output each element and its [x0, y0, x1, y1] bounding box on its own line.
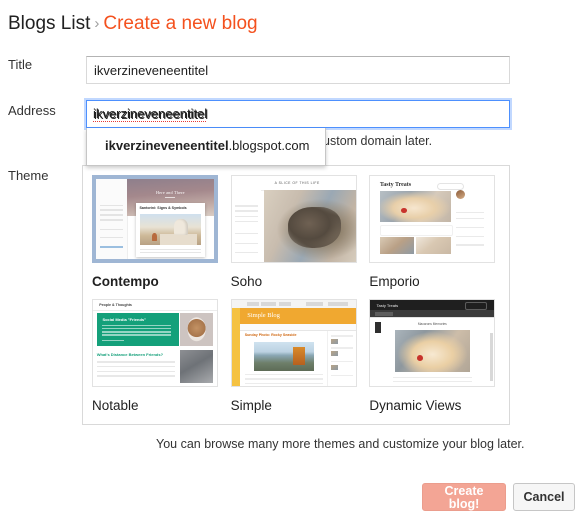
address-suggestion-domain: .blogspot.com: [228, 138, 310, 153]
theme-preview-emporio: Tasty Treats: [370, 176, 495, 262]
preview-post-photo: [254, 341, 315, 371]
preview-post-photo: [395, 329, 470, 372]
address-field-label: Address: [8, 103, 56, 118]
theme-thumbnail-notable[interactable]: People & Thoughts Social Media "Friends"…: [92, 299, 218, 387]
theme-thumbnail-soho[interactable]: A SLICE OF THIS LIFE: [230, 175, 357, 263]
preview-second-post: What's Distance Between Friends?: [96, 350, 179, 384]
preview-post-title: Santorini: Signs & Symbols: [139, 205, 187, 210]
preview-topbar: People & Thoughts: [93, 300, 217, 312]
theme-preview-soho: A SLICE OF THIS LIFE: [231, 176, 356, 262]
preview-post-card: Santorini: Signs & Symbols: [136, 203, 205, 258]
preview-second-photo: [179, 349, 214, 384]
theme-thumbnail-contempo[interactable]: Here and There Santorini: Signs & Symbol…: [92, 175, 218, 263]
breadcrumb-separator-icon: ›: [94, 15, 100, 32]
theme-label-emporio: Emporio: [369, 274, 420, 289]
preview-sidebar: [231, 176, 262, 262]
title-input[interactable]: [86, 56, 510, 84]
breadcrumb-current-page: Create a new blog: [103, 13, 258, 34]
preview-blog-title: Here and There: [155, 190, 185, 196]
preview-cat-photo: [263, 189, 356, 262]
preview-post-title: Social Media "Friends": [102, 317, 147, 323]
preview-grid-photo-2: [416, 236, 451, 254]
theme-label-dynamic-views: Dynamic Views: [369, 398, 462, 413]
theme-option-notable[interactable]: People & Thoughts Social Media "Friends"…: [89, 296, 228, 420]
theme-preview-dynamic-views: Tasty Treats Macarons Memories: [370, 300, 495, 386]
title-field-label: Title: [8, 57, 33, 72]
theme-option-simple[interactable]: Simple Blog Sunday Photo: Rocky Seaside: [228, 296, 367, 420]
address-input[interactable]: [86, 100, 510, 128]
preview-blog-title: Tasty Treats: [379, 181, 412, 188]
address-suggestion-item[interactable]: ikverzineveneentitel.blogspot.com: [87, 128, 325, 165]
breadcrumb-blogs-list[interactable]: Blogs List: [8, 13, 90, 34]
theme-grid: Here and There Santorini: Signs & Symbol…: [83, 166, 509, 424]
preview-post-body: Sunday Photo: Rocky Seaside: [240, 330, 329, 386]
theme-label-contempo: Contempo: [92, 274, 159, 289]
preview-blog-title: People & Thoughts: [99, 302, 132, 307]
preview-side-handle: [375, 322, 382, 334]
theme-thumbnail-simple[interactable]: Simple Blog Sunday Photo: Rocky Seaside: [230, 299, 357, 387]
cancel-button[interactable]: Cancel: [513, 483, 575, 511]
preview-featured-post: Social Media "Friends": [96, 312, 179, 346]
address-autocomplete-dropdown[interactable]: ikverzineveneentitel.blogspot.com: [86, 128, 326, 166]
breadcrumb: Blogs List › Create a new blog: [8, 12, 258, 37]
preview-topbar: Tasty Treats: [370, 300, 495, 311]
preview-post-meta: [379, 225, 453, 237]
preview-header-banner: Simple Blog: [240, 307, 356, 325]
preview-post-photo: [139, 213, 202, 246]
preview-sidebar: [455, 190, 485, 253]
preview-subbar: [370, 310, 495, 318]
theme-preview-simple: Simple Blog Sunday Photo: Rocky Seaside: [231, 300, 356, 386]
theme-label-notable: Notable: [92, 398, 139, 413]
preview-main: Tasty Treats: [375, 180, 490, 258]
preview-blog-title: Tasty Treats: [376, 302, 399, 308]
preview-post-title-2: What's Distance Between Friends?: [96, 351, 164, 357]
theme-option-soho[interactable]: A SLICE OF THIS LIFE Soho: [228, 172, 367, 296]
preview-sidebar: [96, 179, 128, 259]
theme-preview-notable: People & Thoughts Social Media "Friends"…: [93, 300, 217, 386]
preview-grid-photo-1: [379, 236, 415, 254]
preview-stage: Macarons Memories: [370, 317, 495, 386]
preview-topbar: A SLICE OF THIS LIFE: [261, 176, 356, 191]
preview-blog-title: A SLICE OF THIS LIFE: [274, 180, 320, 185]
theme-field-label: Theme: [8, 168, 49, 183]
preview-hero-photo: [379, 191, 451, 223]
preview-sidebar: [327, 330, 355, 386]
theme-picker-panel: Here and There Santorini: Signs & Symbol…: [82, 165, 510, 425]
theme-label-simple: Simple: [230, 398, 272, 413]
theme-option-emporio[interactable]: Tasty Treats Emporio: [366, 172, 505, 296]
theme-label-soho: Soho: [230, 274, 263, 289]
address-suggestion-match: ikverzineveneentitel: [105, 138, 229, 153]
preview-blog-title: Simple Blog: [247, 311, 280, 319]
preview-post-title: Sunday Photo: Rocky Seaside: [244, 333, 297, 338]
theme-thumbnail-dynamic-views[interactable]: Tasty Treats Macarons Memories: [369, 299, 496, 387]
theme-option-dynamic-views[interactable]: Tasty Treats Macarons Memories Dynamic V…: [366, 296, 505, 420]
theme-option-contempo[interactable]: Here and There Santorini: Signs & Symbol…: [89, 172, 228, 296]
preview-scrollbar: [490, 333, 494, 381]
preview-post-title: Macarons Memories: [417, 321, 447, 326]
preview-search-box: [437, 182, 465, 191]
theme-preview-contempo: Here and There Santorini: Signs & Symbol…: [96, 179, 214, 259]
preview-left-band: [231, 307, 241, 386]
create-blog-button[interactable]: Create blog!: [422, 483, 506, 511]
preview-coffee-photo: [179, 312, 214, 346]
theme-footer-note: You can browse many more themes and cust…: [156, 437, 525, 451]
theme-thumbnail-emporio[interactable]: Tasty Treats: [369, 175, 496, 263]
